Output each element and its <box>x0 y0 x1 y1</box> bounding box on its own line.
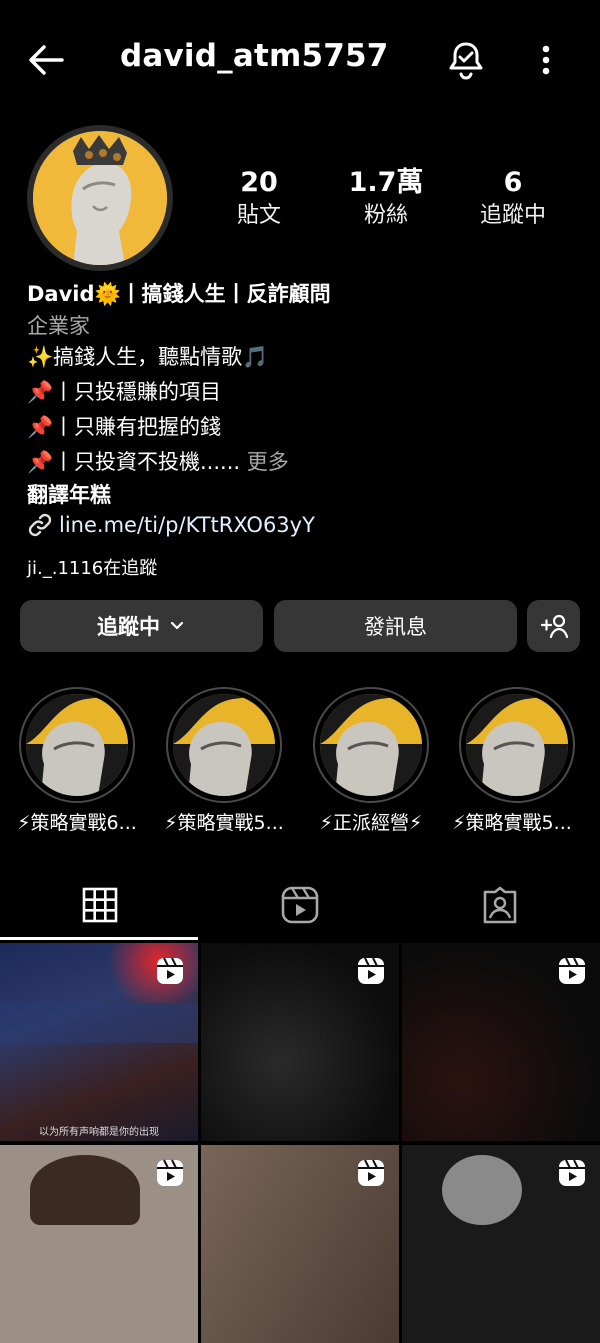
bio-more-link[interactable]: 更多 <box>247 450 289 474</box>
highlight-4-label: ⚡策略實戰5... <box>452 812 572 834</box>
profile-category: 企業家 <box>27 314 90 338</box>
pin-icon: 📌 <box>27 415 54 439</box>
highlight-3[interactable] <box>313 687 429 803</box>
translate-link[interactable]: 翻譯年糕 <box>27 481 111 509</box>
reel-badge-icon <box>559 957 585 984</box>
pin-icon: 📌 <box>27 450 54 474</box>
reel-badge-icon <box>559 1159 585 1186</box>
highlight-thumbnail <box>320 694 422 796</box>
more-vertical-icon <box>542 45 550 75</box>
reel-badge-icon <box>358 957 384 984</box>
notification-button[interactable] <box>444 38 488 82</box>
stat-following-value: 6 <box>503 167 523 198</box>
bio-link-text: line.me/ti/p/KTtRXO63yY <box>59 513 315 537</box>
bio-line-2: 📌丨只投穩賺的項目 <box>27 378 221 406</box>
avatar-image <box>33 131 167 265</box>
bio-line-3: 📌丨只賺有把握的錢 <box>27 413 221 441</box>
following-button-label: 追蹤中 <box>97 615 160 639</box>
bio-line-2-text: 丨只投穩賺的項目 <box>53 380 221 404</box>
bio-line-3-text: 丨只賺有把握的錢 <box>53 415 221 439</box>
stat-following[interactable]: 6 追蹤中 <box>453 166 573 232</box>
followed-by-text: ji._.1116在追蹤 <box>27 558 158 579</box>
stat-posts[interactable]: 20 貼文 <box>199 166 319 232</box>
add-person-icon <box>540 614 568 639</box>
reels-icon <box>281 886 319 924</box>
grid-post-caption: 以为所有声响都是你的出现 <box>39 1127 159 1138</box>
bio-line-4-text: 丨只投資不投機...... <box>53 450 241 474</box>
link-icon <box>28 513 52 537</box>
profile-display-name: David🌞丨搞錢人生丨反詐顧問 <box>27 282 331 306</box>
bell-check-icon <box>449 42 483 80</box>
grid-post-5[interactable] <box>201 1145 399 1343</box>
back-arrow-icon <box>29 45 64 75</box>
message-button-label: 發訊息 <box>364 615 427 639</box>
pin-icon: 📌 <box>27 380 54 404</box>
grid-post-3[interactable] <box>402 943 600 1141</box>
stat-following-label: 追蹤中 <box>479 203 546 228</box>
reel-badge-icon <box>157 957 183 984</box>
tab-tagged[interactable] <box>400 870 600 940</box>
suggest-people-button[interactable] <box>527 600 580 652</box>
highlight-1[interactable] <box>19 687 135 803</box>
tab-reels[interactable] <box>200 870 400 940</box>
message-button[interactable]: 發訊息 <box>274 600 517 652</box>
back-button[interactable] <box>22 40 70 80</box>
stat-followers[interactable]: 1.7萬 粉絲 <box>326 166 446 232</box>
following-button[interactable]: 追蹤中 <box>20 600 263 652</box>
highlight-4[interactable] <box>459 687 575 803</box>
profile-username: david_atm5757 <box>120 38 389 74</box>
grid-icon <box>82 887 118 923</box>
stat-followers-label: 粉絲 <box>363 203 408 228</box>
grid-post-6[interactable] <box>402 1145 600 1343</box>
bio-line-1: ✨搞錢人生，聽點情歌🎵 <box>27 345 269 369</box>
tagged-icon <box>483 886 517 924</box>
reel-badge-icon <box>157 1159 183 1186</box>
grid-post-4[interactable] <box>0 1145 198 1343</box>
bio-link[interactable]: line.me/ti/p/KTtRXO63yY <box>27 511 315 539</box>
bio-line-4: 📌丨只投資不投機...... 更多 <box>27 448 289 476</box>
tab-selected-indicator <box>0 937 198 940</box>
chevron-down-icon <box>170 621 184 630</box>
highlight-thumbnail <box>466 694 568 796</box>
highlight-thumbnail <box>26 694 128 796</box>
highlight-3-label: ⚡正派經營⚡ <box>319 812 423 834</box>
stat-posts-value: 20 <box>240 167 278 198</box>
profile-avatar[interactable] <box>27 125 173 271</box>
stat-followers-value: 1.7萬 <box>348 167 424 198</box>
highlight-thumbnail <box>173 694 275 796</box>
stat-posts-label: 貼文 <box>236 203 281 228</box>
highlight-2[interactable] <box>166 687 282 803</box>
reel-badge-icon <box>358 1159 384 1186</box>
tab-posts-grid[interactable] <box>0 870 200 940</box>
highlight-2-label: ⚡策略實戰5... <box>164 812 284 834</box>
highlight-1-label: ⚡策略實戰6... <box>17 812 137 834</box>
grid-post-2[interactable] <box>201 943 399 1141</box>
followed-by[interactable]: ji._.1116在追蹤 <box>27 555 157 583</box>
more-options-button[interactable] <box>530 40 562 80</box>
grid-post-1[interactable]: 以为所有声响都是你的出现 <box>0 943 198 1141</box>
